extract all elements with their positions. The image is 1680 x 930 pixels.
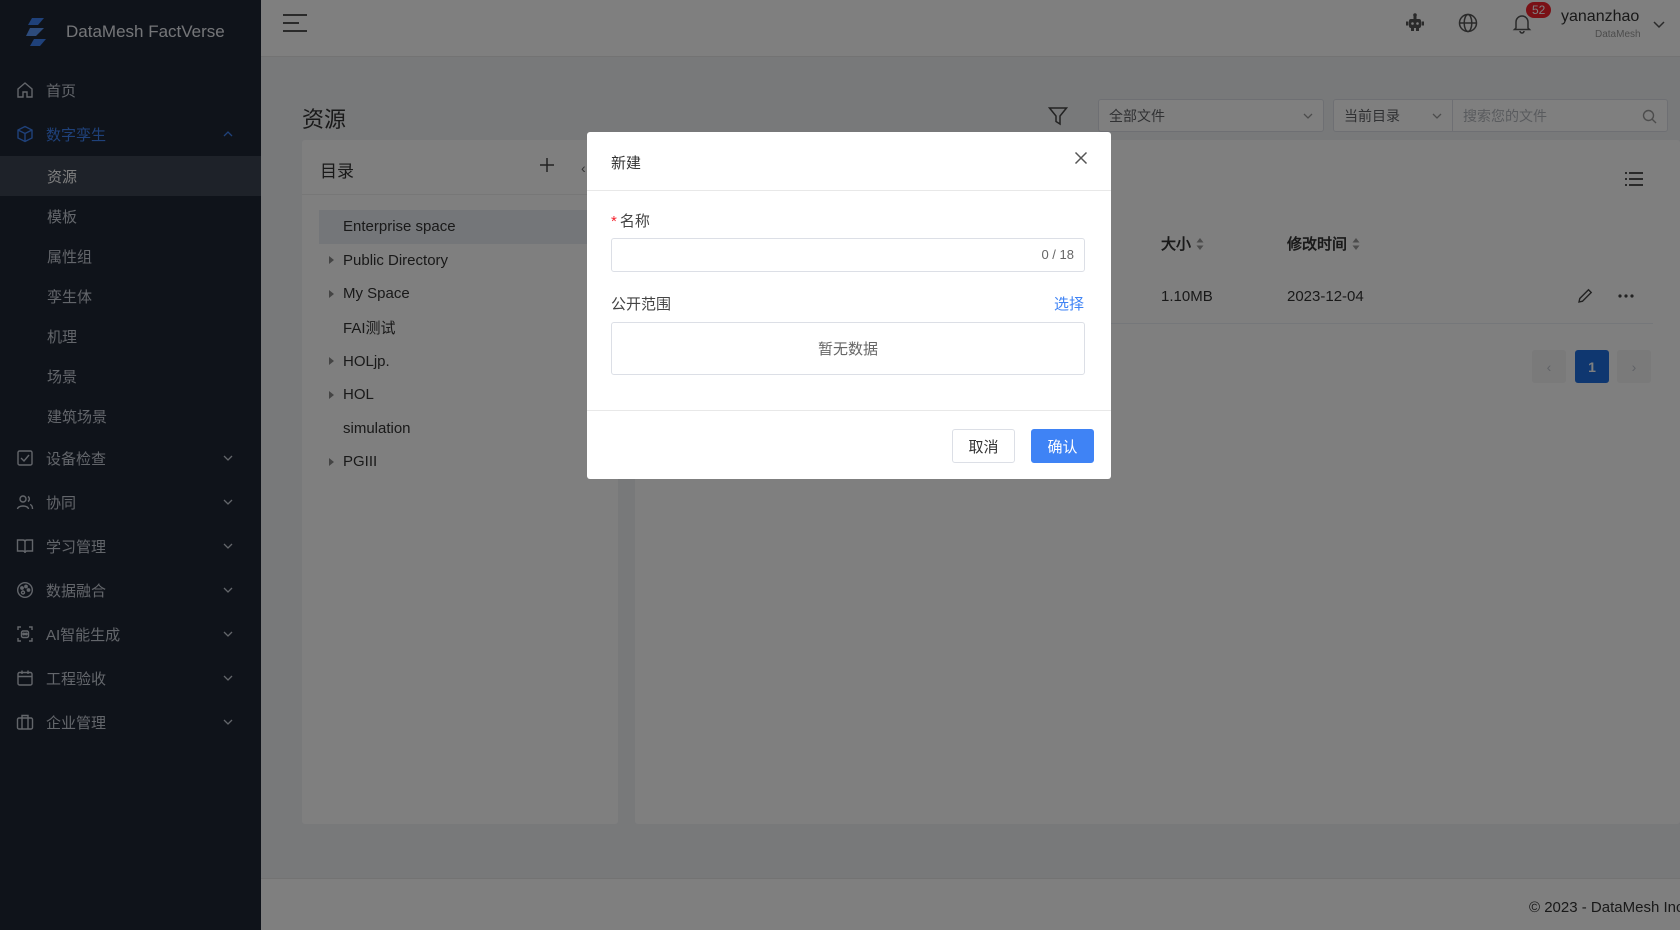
cancel-button[interactable]: 取消 — [952, 429, 1015, 463]
required-mark: * — [611, 213, 617, 230]
close-icon[interactable] — [1074, 151, 1088, 165]
name-input[interactable]: 0 / 18 — [611, 238, 1085, 272]
name-field-label: * 名称 — [611, 210, 650, 231]
divider — [587, 190, 1111, 191]
confirm-button[interactable]: 确认 — [1031, 429, 1094, 463]
new-item-dialog: 新建 * 名称 0 / 18 公开范围 选择 暂无数据 取消 确认 — [587, 132, 1111, 479]
name-label-text: 名称 — [619, 213, 650, 230]
visibility-scope-label: 公开范围 — [611, 296, 672, 313]
dialog-title: 新建 — [611, 155, 642, 172]
select-scope-link[interactable]: 选择 — [1054, 293, 1084, 314]
divider — [587, 410, 1111, 411]
empty-state-text: 暂无数据 — [817, 341, 878, 358]
scope-list: 暂无数据 — [611, 322, 1085, 375]
char-counter: 0 / 18 — [1041, 247, 1074, 262]
